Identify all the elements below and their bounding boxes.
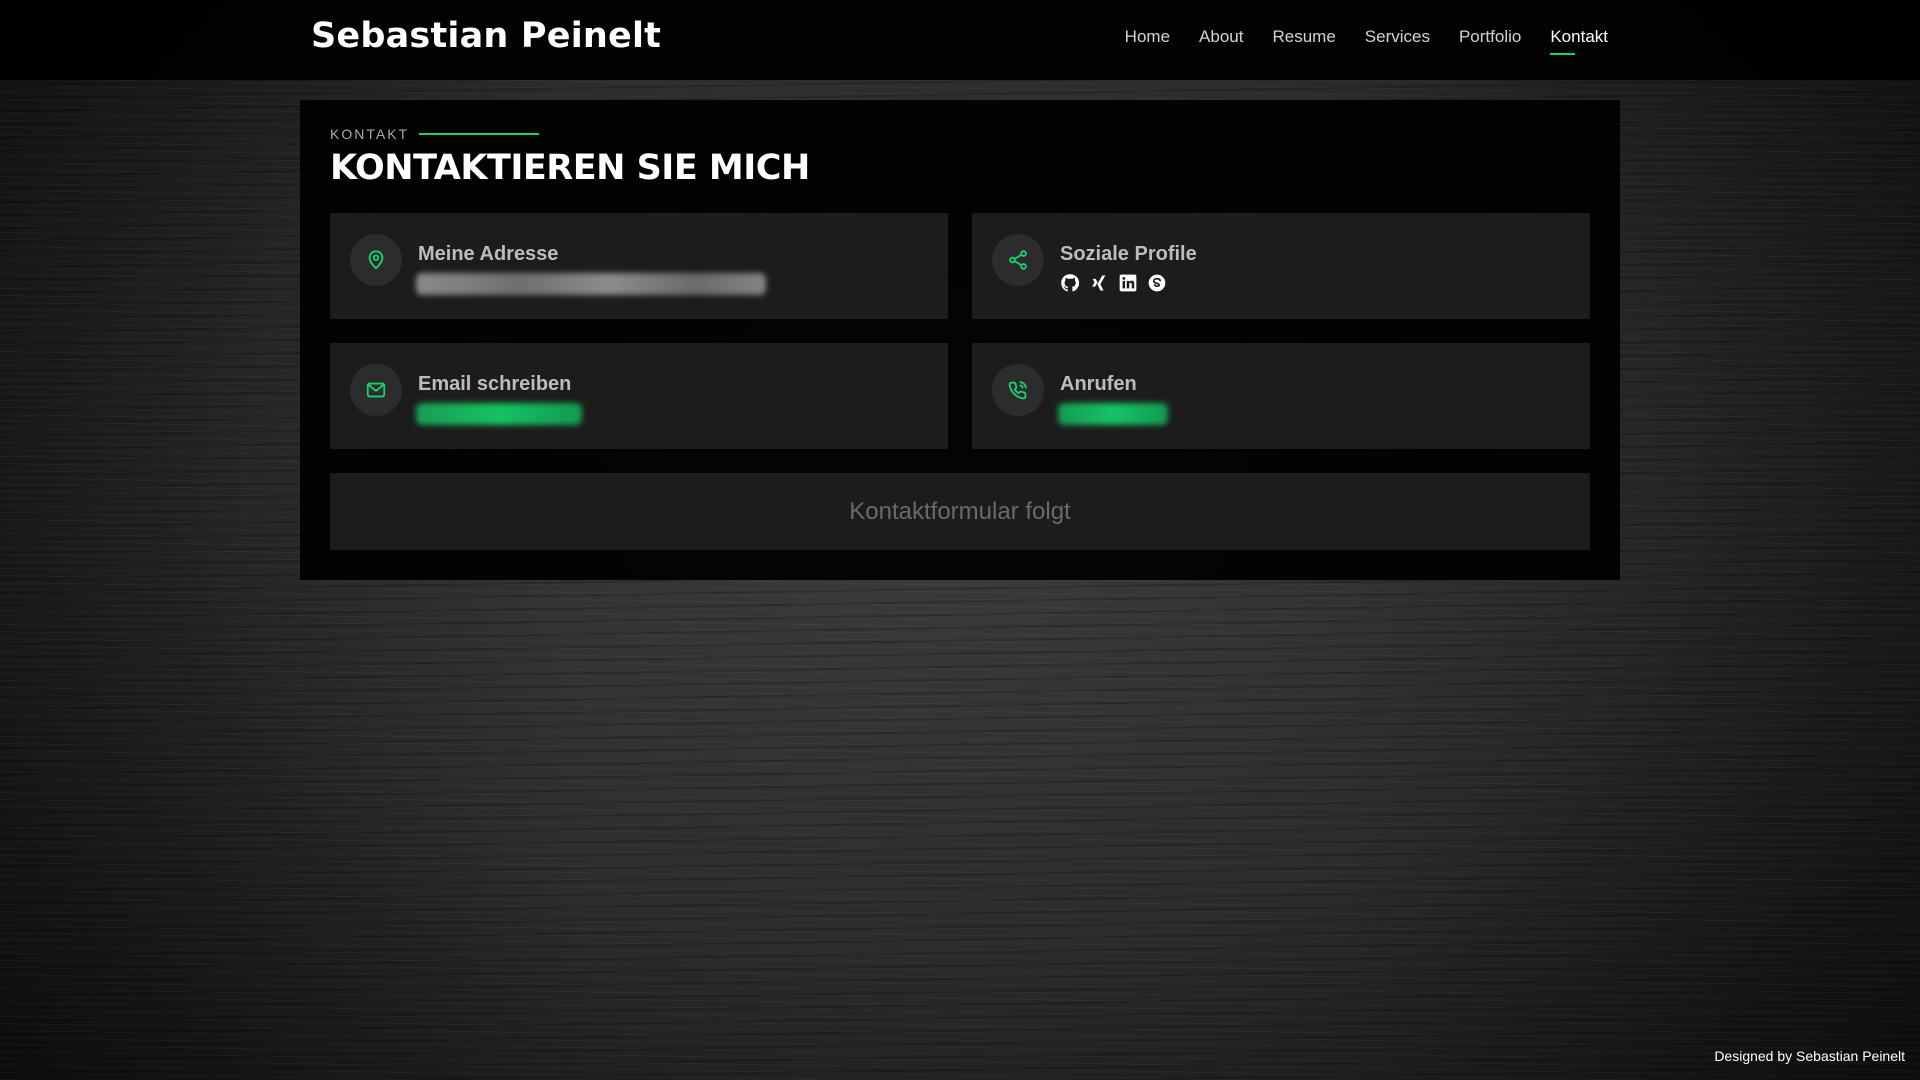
social-card: Soziale Profile [972,213,1590,319]
phone-card: Anrufen [972,343,1590,449]
contact-form-placeholder-text: Kontaktformular folgt [849,497,1071,525]
footer-credit-author-link[interactable]: Sebastian Peinelt [1796,1048,1905,1064]
nav-kontakt[interactable]: Kontakt [1550,27,1608,55]
address-card: Meine Adresse [330,213,948,319]
xing-icon[interactable] [1089,273,1109,293]
email-card: Email schreiben [330,343,948,449]
social-links [1060,273,1167,293]
footer-credit: Designed by Sebastian Peinelt [1714,1048,1905,1064]
section-label-text: KONTAKT [330,126,410,142]
section-label: KONTAKT [330,126,540,142]
contact-section: KONTAKT KONTAKTIEREN SIE MICH Meine Adre… [300,100,1620,580]
site-header: Sebastian Peinelt Home About Resume Serv… [0,0,1920,80]
skype-icon[interactable] [1147,273,1167,293]
main-nav: Home About Resume Services Portfolio Kon… [1125,27,1608,55]
envelope-icon [350,364,402,416]
phone-title: Anrufen [1060,373,1137,395]
section-title: KONTAKTIEREN SIE MICH [330,148,810,188]
contact-form-placeholder: Kontaktformular folgt [330,473,1590,550]
email-link-redacted[interactable] [416,403,582,425]
nav-portfolio[interactable]: Portfolio [1459,27,1521,55]
address-title: Meine Adresse [418,243,559,265]
social-title: Soziale Profile [1060,243,1197,265]
phone-call-icon [992,364,1044,416]
github-icon[interactable] [1060,273,1080,293]
nav-home[interactable]: Home [1125,27,1170,55]
nav-about[interactable]: About [1199,27,1243,55]
site-logo[interactable]: Sebastian Peinelt [311,16,661,56]
map-pin-icon [350,234,402,286]
linkedin-icon[interactable] [1118,273,1138,293]
nav-services[interactable]: Services [1365,27,1430,55]
share-icon [992,234,1044,286]
email-title: Email schreiben [418,373,572,395]
footer-credit-prefix: Designed by [1714,1048,1797,1064]
nav-resume[interactable]: Resume [1272,27,1335,55]
section-label-line [419,133,540,135]
phone-link-redacted[interactable] [1058,403,1168,425]
address-value-redacted [416,273,766,295]
